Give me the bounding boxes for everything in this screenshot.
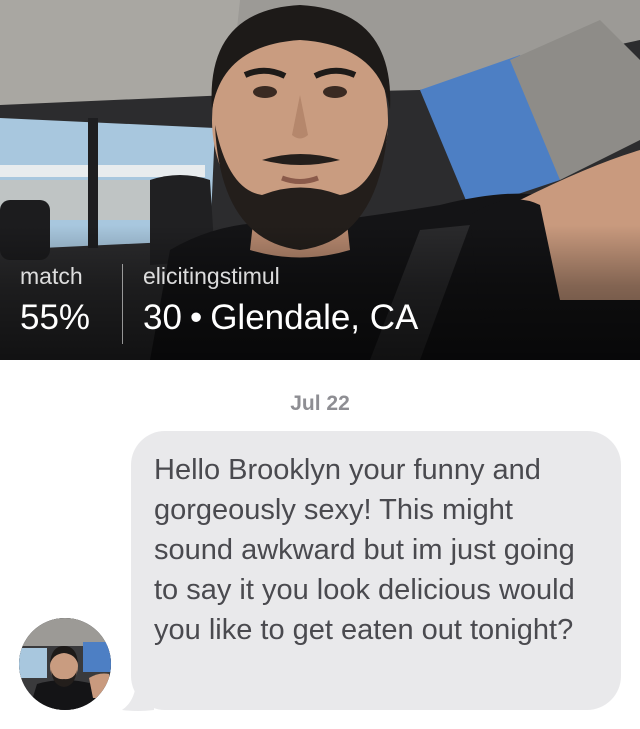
- match-label: match: [20, 263, 83, 289]
- separator-dot: •: [189, 298, 203, 337]
- profile-info[interactable]: elicitingstimul 30 • Glendale, CA: [143, 262, 418, 338]
- sender-avatar[interactable]: [19, 618, 111, 710]
- age-location: 30 • Glendale, CA: [143, 298, 418, 338]
- profile-header-photo[interactable]: match 55% elicitingstimul 30 • Glendale, C…: [0, 0, 640, 360]
- avatar-image: [19, 618, 111, 710]
- username[interactable]: elicitingstimul: [143, 262, 418, 290]
- message-date: Jul 22: [290, 392, 350, 415]
- age: 30: [143, 298, 182, 337]
- header-divider: [122, 264, 123, 344]
- match-percentage: 55%: [20, 298, 91, 337]
- match-score: match 55%: [20, 262, 90, 338]
- location: Glendale, CA: [210, 298, 419, 337]
- conversation-screen: match 55% elicitingstimul 30 • Glendale, C…: [0, 0, 640, 729]
- message-text: Hello Brooklyn your funny and gorgeously…: [154, 454, 575, 646]
- message-bubble[interactable]: Hello Brooklyn your funny and gorgeously…: [131, 431, 621, 710]
